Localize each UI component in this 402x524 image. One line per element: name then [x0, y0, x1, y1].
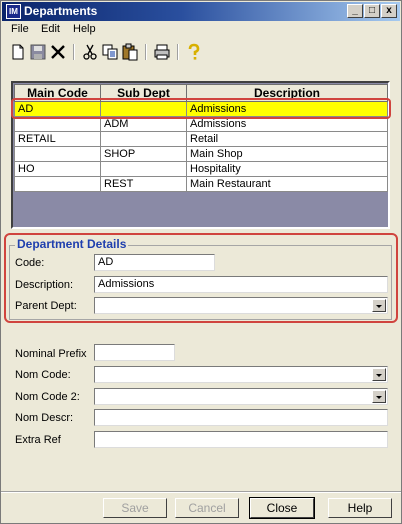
- new-icon[interactable]: [9, 43, 27, 61]
- column-header-main-code[interactable]: Main Code: [14, 84, 101, 102]
- table-row[interactable]: RETAIL Retail: [14, 131, 388, 147]
- app-icon: IM: [6, 4, 21, 19]
- cell-sub-dept[interactable]: REST: [100, 176, 187, 192]
- description-label: Description:: [15, 279, 74, 291]
- toolbar-separator: [73, 44, 75, 60]
- department-details-title: Department Details: [15, 237, 129, 251]
- maximize-button[interactable]: □: [364, 4, 380, 18]
- cell-description[interactable]: Hospitality: [186, 161, 388, 177]
- cell-sub-dept[interactable]: SHOP: [100, 146, 187, 162]
- code-label: Code:: [15, 257, 45, 269]
- grid-header-row: Main Code Sub Dept Description: [14, 84, 388, 102]
- nom-code-2-combo[interactable]: [94, 388, 388, 405]
- cell-main-code[interactable]: RETAIL: [14, 131, 101, 147]
- window-title: Departments: [24, 4, 98, 18]
- minimize-button[interactable]: _: [347, 4, 363, 18]
- cell-sub-dept[interactable]: [100, 101, 187, 117]
- parent-dept-label: Parent Dept:: [15, 300, 77, 312]
- delete-icon[interactable]: [49, 43, 67, 61]
- button-bar-divider: [1, 491, 401, 493]
- cell-description[interactable]: Main Restaurant: [186, 176, 388, 192]
- close-window-button[interactable]: x: [381, 4, 397, 18]
- table-row[interactable]: AD Admissions: [14, 101, 388, 117]
- copy-icon[interactable]: [101, 43, 119, 61]
- cell-sub-dept[interactable]: [100, 161, 187, 177]
- nom-descr-field[interactable]: [94, 409, 388, 426]
- cell-description[interactable]: Admissions: [186, 116, 388, 132]
- parent-dept-combo[interactable]: [94, 297, 388, 314]
- chevron-down-icon[interactable]: [372, 390, 386, 403]
- menu-edit[interactable]: Edit: [41, 23, 60, 35]
- nom-code-combo[interactable]: [94, 366, 388, 383]
- toolbar: [3, 41, 399, 63]
- title-bar[interactable]: IM Departments _ □ x: [2, 2, 400, 21]
- departments-window: IM Departments _ □ x File Edit Help Main…: [0, 0, 402, 524]
- cell-sub-dept[interactable]: ADM: [100, 116, 187, 132]
- cell-main-code[interactable]: AD: [14, 101, 101, 117]
- save-icon[interactable]: [29, 43, 47, 61]
- cell-main-code[interactable]: [14, 146, 101, 162]
- cell-main-code[interactable]: [14, 116, 101, 132]
- help-button[interactable]: Help: [328, 498, 392, 518]
- print-icon[interactable]: [153, 43, 171, 61]
- cell-description[interactable]: Main Shop: [186, 146, 388, 162]
- cell-main-code[interactable]: [14, 176, 101, 192]
- menu-file[interactable]: File: [11, 23, 29, 35]
- toolbar-separator: [177, 44, 179, 60]
- nom-code-2-label: Nom Code 2:: [15, 391, 80, 403]
- cell-sub-dept[interactable]: [100, 131, 187, 147]
- nom-descr-label: Nom Descr:: [15, 412, 74, 424]
- departments-grid[interactable]: Main Code Sub Dept Description AD Admiss…: [11, 81, 390, 229]
- help-icon[interactable]: [185, 43, 203, 61]
- cell-description[interactable]: Admissions: [186, 101, 388, 117]
- cut-icon[interactable]: [81, 43, 99, 61]
- code-field[interactable]: AD: [94, 254, 215, 271]
- extra-ref-field[interactable]: [94, 431, 388, 448]
- save-button[interactable]: Save: [103, 498, 167, 518]
- nominal-prefix-field[interactable]: [94, 344, 175, 361]
- extra-ref-label: Extra Ref: [15, 434, 61, 446]
- table-row[interactable]: SHOP Main Shop: [14, 146, 388, 162]
- description-field[interactable]: Admissions: [94, 276, 388, 293]
- table-row[interactable]: ADM Admissions: [14, 116, 388, 132]
- close-button[interactable]: Close: [249, 497, 315, 519]
- column-header-sub-dept[interactable]: Sub Dept: [100, 84, 187, 102]
- cancel-button[interactable]: Cancel: [175, 498, 239, 518]
- toolbar-separator: [145, 44, 147, 60]
- cell-main-code[interactable]: HO: [14, 161, 101, 177]
- chevron-down-icon[interactable]: [372, 368, 386, 381]
- nom-code-label: Nom Code:: [15, 369, 71, 381]
- table-row[interactable]: REST Main Restaurant: [14, 176, 388, 192]
- nominal-prefix-label: Nominal Prefix: [15, 348, 87, 360]
- menu-help[interactable]: Help: [73, 23, 96, 35]
- chevron-down-icon[interactable]: [372, 299, 386, 312]
- cell-description[interactable]: Retail: [186, 131, 388, 147]
- column-header-description[interactable]: Description: [186, 84, 388, 102]
- paste-icon[interactable]: [121, 43, 139, 61]
- table-row[interactable]: HO Hospitality: [14, 161, 388, 177]
